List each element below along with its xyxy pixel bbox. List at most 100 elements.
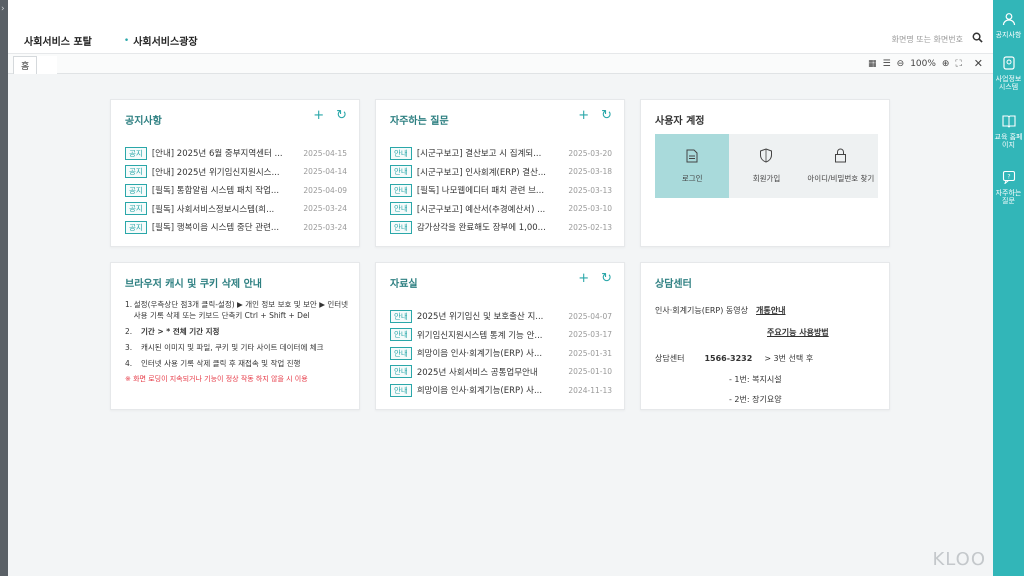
list-item[interactable]: 안내 2025년 위기임신 및 보호출산 지... 2025-04-07: [390, 307, 612, 326]
book-icon: [993, 114, 1024, 132]
item-text: [필독] 나모웹에디터 패치 관련 브...: [416, 186, 545, 197]
login-button[interactable]: 로그인: [655, 134, 730, 198]
toolbar: ▦ ☰ ⊖ 100% ⊕ ⛶ ✕: [868, 57, 983, 70]
step-text: 설정(우측상단 점3개 클릭-설정) ▶ 개인 정보 보호 및 보안 ▶ 인터넷…: [133, 300, 349, 320]
step-text: 캐시된 이미지 및 파일, 쿠키 및 기타 사이트 데이터에 체크: [141, 343, 324, 352]
item-text: 희망이음 인사·회계기능(ERP) 사...: [416, 386, 543, 397]
item-text: 2025년 위기임신 및 보호출산 지...: [416, 312, 544, 323]
item-date: 2025-04-15: [303, 148, 347, 158]
list-item[interactable]: 공지 [안내] 2025년 위기임신지원시스... 2025-04-14: [125, 163, 347, 182]
notice-actions: + ↻: [313, 109, 347, 123]
badge: 공지: [125, 220, 147, 234]
search-input[interactable]: 화면명 또는 화면번호: [892, 34, 963, 45]
item-text: [필독] 행복이음 시스템 중단 관련...: [151, 223, 280, 234]
item-text: [시군구보고] 예산서(추경예산서) ...: [416, 204, 546, 215]
signup-button[interactable]: 회원가입: [729, 134, 803, 198]
lock-icon: [834, 148, 847, 167]
quick-education[interactable]: 교육 홈페이지: [993, 114, 1024, 149]
list-item[interactable]: 안내 2025년 사회서비스 공통업무안내 2025-01-10: [390, 363, 612, 382]
quick-notice[interactable]: 공지사항: [993, 12, 1024, 39]
tab-home-extension: [37, 55, 58, 74]
guide-link[interactable]: 주요기능 사용방법: [767, 327, 829, 338]
list-item[interactable]: 안내 [시군구보고] 예산서(추경예산서) ... 2025-03-10: [390, 200, 612, 219]
center-content: 인사·회계기능(ERP) 동영상 개통안내 주요기능 사용방법 상담센터 156…: [655, 299, 879, 409]
intro-link[interactable]: 개통안내: [756, 305, 785, 316]
item-text: [안내] 2025년 위기임신지원시스...: [151, 167, 280, 178]
badge: 공지: [125, 202, 147, 216]
item-date: 2024-11-13: [568, 385, 612, 395]
list-item[interactable]: 공지 [필독] 행복이음 시스템 중단 관련... 2025-03-24: [125, 218, 347, 237]
step-number: 2.: [125, 327, 133, 336]
guide-line: 주요기능 사용방법: [655, 321, 879, 343]
step-item: 2. 기간 > * 전체 기간 지정: [125, 326, 349, 337]
document-icon: [686, 149, 698, 167]
list-item[interactable]: 안내 희망이음 인사·회계기능(ERP) 사... 2024-11-13: [390, 381, 612, 400]
add-icon[interactable]: +: [578, 109, 589, 123]
list-item[interactable]: 공지 [필독] 사회서비스정보시스템(희... 2025-03-24: [125, 200, 347, 219]
quick-education-label: 교육 홈페이지: [994, 133, 1023, 149]
plaza-title[interactable]: 사회서비스광장: [133, 33, 197, 48]
center-title: 상담센터: [655, 279, 692, 290]
list-item[interactable]: 안내 [시군구보고] 결산보고 시 집계되... 2025-03-20: [390, 144, 612, 163]
notice-title: 공지사항: [125, 116, 162, 127]
notice-list: 공지 [안내] 2025년 6월 중부지역센터 ... 2025-04-15 공지 […: [125, 144, 347, 237]
add-icon[interactable]: +: [313, 109, 324, 123]
quick-faq[interactable]: ? 자주하는 질문: [993, 170, 1024, 205]
badge: 공지: [125, 183, 147, 197]
quick-faq-label: 자주하는 질문: [995, 189, 1022, 205]
save-icon[interactable]: ▦: [868, 59, 877, 69]
item-text: [필독] 통합알림 시스템 패치 작업...: [151, 186, 280, 197]
list-item[interactable]: 공지 [필독] 통합알림 시스템 패치 작업... 2025-04-09: [125, 181, 347, 200]
item-date: 2025-03-24: [303, 222, 347, 232]
phone-line: 상담센터 1566-3232 > 3번 선택 후: [655, 347, 879, 369]
shield-icon: [759, 148, 773, 167]
list-item[interactable]: 안내 희망이음 인사·회계기능(ERP) 사... 2025-01-31: [390, 344, 612, 363]
portal-title[interactable]: 사회서비스 포탈: [24, 33, 92, 48]
account-title: 사용자 계정: [655, 116, 705, 127]
faq-title: 자주하는 질문: [390, 116, 449, 127]
refresh-icon[interactable]: ↻: [336, 109, 347, 123]
step-item: 4. 인터넷 사용 기록 삭제 클릭 후 재접속 및 작업 진행: [125, 358, 349, 369]
quick-system[interactable]: 사업정보 시스템: [993, 56, 1024, 91]
badge: 안내: [390, 220, 412, 234]
cache-card: 브라우저 캐시 및 쿠키 삭제 안내 1. 설정(우측상단 점3개 클릭-설정) …: [110, 262, 360, 410]
find-account-button[interactable]: 아이디/비밀번호 찾기: [804, 134, 878, 198]
item-date: 2025-03-13: [568, 185, 612, 195]
materials-actions: + ↻: [578, 272, 612, 286]
plaza-bullet: •: [123, 35, 130, 46]
system-icon: [993, 56, 1024, 74]
item-text: [시군구보고] 결산보고 시 집계되...: [416, 149, 542, 160]
faq-card: 자주하는 질문 + ↻ 안내 [시군구보고] 결산보고 시 집계되... 2025-…: [375, 99, 625, 247]
fullscreen-icon[interactable]: ⛶: [955, 59, 961, 69]
materials-card: 자료실 + ↻ 안내 2025년 위기임신 및 보호출산 지... 2025-04-…: [375, 262, 625, 410]
item-date: 2025-02-13: [568, 222, 612, 232]
item-date: 2025-04-14: [303, 167, 347, 177]
svg-text:?: ?: [1007, 174, 1010, 181]
item-date: 2025-04-07: [568, 311, 612, 321]
zoom-out-icon[interactable]: ⊖: [897, 59, 905, 69]
zoom-in-icon[interactable]: ⊕: [942, 59, 950, 69]
list-item[interactable]: 공지 [안내] 2025년 6월 중부지역센터 ... 2025-04-15: [125, 144, 347, 163]
refresh-icon[interactable]: ↻: [601, 272, 612, 286]
search-icon[interactable]: [972, 32, 983, 46]
list-item[interactable]: 안내 [필독] 나모웹에디터 패치 관련 브... 2025-03-13: [390, 181, 612, 200]
item-date: 2025-03-24: [303, 204, 347, 214]
tab-home[interactable]: 홈: [13, 55, 38, 74]
list-item[interactable]: 안내 감가상각을 완료해도 장부에 1,00... 2025-02-13: [390, 218, 612, 237]
item-date: 2025-03-17: [568, 330, 612, 340]
collapse-arrow-icon[interactable]: ›: [1, 4, 5, 14]
badge: 안내: [390, 383, 412, 397]
notice-card: 공지사항 + ↻ 공지 [안내] 2025년 6월 중부지역센터 ... 2025-…: [110, 99, 360, 247]
add-icon[interactable]: +: [578, 272, 589, 286]
step-number: 3.: [125, 343, 133, 352]
main-area: 사회서비스 포탈 • 사회서비스광장 화면명 또는 화면번호 홈 ▦ ☰ ⊖ 1…: [8, 0, 993, 576]
item-text: 희망이음 인사·회계기능(ERP) 사...: [416, 349, 543, 360]
cache-title: 브라우저 캐시 및 쿠키 삭제 안내: [125, 279, 263, 290]
list-item[interactable]: 안내 위기임신지원시스템 통계 기능 안... 2025-03-17: [390, 326, 612, 345]
refresh-icon[interactable]: ↻: [601, 109, 612, 123]
watermark: KLOO: [932, 549, 986, 570]
list-item[interactable]: 안내 [시군구보고] 인사회계(ERP) 결산... 2025-03-18: [390, 163, 612, 182]
close-icon[interactable]: ✕: [974, 57, 983, 70]
list-icon[interactable]: ☰: [883, 59, 891, 69]
login-label: 로그인: [681, 173, 703, 183]
